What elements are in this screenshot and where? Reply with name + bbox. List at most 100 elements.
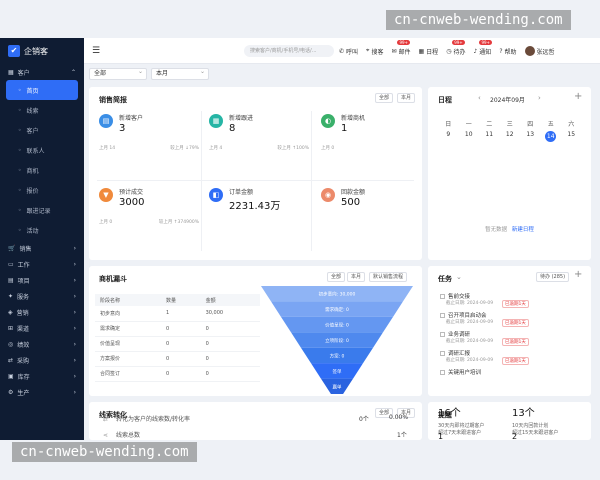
sidebar-item-5[interactable]: ◦ 报价	[0, 180, 84, 200]
topbar-item-2[interactable]: ✉ 邮件 99+	[391, 39, 411, 56]
sidebar-group-label: 服务	[17, 293, 30, 301]
kpi-0[interactable]: ▤ 新增客户 3 上月 14 较上月 ↓79%	[99, 111, 199, 159]
overdue-badge: 已逾期1天	[502, 300, 529, 308]
chevron-icon: ›	[73, 388, 76, 396]
reminder-1-value: 13个	[512, 408, 535, 419]
sidebar-item-2[interactable]: ◦ 客户	[0, 120, 84, 140]
kpi-footer: 上月 0	[321, 145, 421, 151]
sidebar-group-1[interactable]: 🛒 销售 ›	[0, 240, 84, 256]
kpi-1[interactable]: ▦ 新增跟进 8 上月 4 较上月 ↑100%	[209, 111, 309, 159]
funnel-period-pill[interactable]: 本月	[347, 272, 366, 282]
sidebar-item-3[interactable]: ◦ 联系人	[0, 140, 84, 160]
kpi-3[interactable]: ▼ 预计成交 3000 上月 0 较上月 ↑374900%	[99, 185, 199, 233]
period-select[interactable]: 本月	[151, 67, 209, 80]
kpi-compare: 较上月 ↑374900%	[158, 220, 199, 225]
sidebar-item-7[interactable]: ◦ 活动	[0, 220, 84, 240]
sidebar-group-8[interactable]: ⇄ 采购 ›	[0, 352, 84, 368]
task-checkbox[interactable]	[440, 351, 445, 356]
help-icon: ?	[499, 47, 503, 55]
topbar-item-1[interactable]: ⌖ 搜客	[366, 47, 383, 56]
kpi-2[interactable]: ◐ 新增商机 1 上月 0	[321, 111, 421, 159]
kpi-label: 订单金额	[229, 189, 254, 196]
kpi-4[interactable]: ◧ 订单金额 2231.43万	[209, 185, 309, 233]
chevron-left-icon[interactable]: ‹	[478, 94, 481, 102]
task-item[interactable]: 调研汇报 截止日期: 2024-09-09 已逾期1天	[440, 349, 529, 365]
sidebar-group-6[interactable]: ⊞ 渠道 ›	[0, 320, 84, 336]
sidebar-item-4[interactable]: ◦ 商机	[0, 160, 84, 180]
chevron-icon: ›	[73, 244, 76, 252]
sidebar-item-6[interactable]: ◦ 跟进记录	[0, 200, 84, 220]
today-marker: 14	[545, 131, 557, 142]
calendar-day[interactable]: 14	[541, 131, 562, 142]
service-icon: ✦	[8, 292, 14, 300]
table-cell: 合同签订	[95, 366, 161, 382]
calendar-day[interactable]: 15	[561, 131, 582, 142]
new-schedule-link[interactable]: 新建日程	[512, 227, 534, 233]
funnel-title: 商机漏斗	[99, 275, 127, 283]
add-schedule-icon[interactable]: +	[574, 91, 582, 102]
sidebar-group-3[interactable]: ▤ 项目 ›	[0, 272, 84, 288]
sidebar-group-2[interactable]: ▭ 工作 ›	[0, 256, 84, 272]
scope-pill[interactable]: 全部	[375, 93, 394, 103]
chevron-down-icon[interactable]: ⌄	[456, 273, 462, 281]
menu-collapse-icon[interactable]: ☰	[92, 46, 100, 56]
topbar-item-5[interactable]: ♪ 通知 99+	[473, 39, 492, 56]
task-checkbox[interactable]	[440, 370, 445, 375]
kpi-label: 新增客户	[119, 115, 144, 122]
sidebar-group-4[interactable]: ✦ 服务 ›	[0, 288, 84, 304]
calendar-day[interactable]: 12	[500, 131, 521, 142]
search-input[interactable]: 搜索客户/商机/手机号/电话/...	[244, 45, 334, 57]
chevron-right-icon[interactable]: ›	[538, 94, 541, 102]
kpi-footer: 上月 0 较上月 ↑374900%	[99, 219, 199, 225]
funnel-process-pill[interactable]: 默认销售流程	[369, 272, 408, 282]
chevron-icon: ›	[73, 356, 76, 364]
add-task-icon[interactable]: +	[574, 269, 582, 280]
kpi-compare: 较上月 ↑100%	[277, 146, 309, 151]
table-row[interactable]: 价值呈现 0 0	[95, 336, 260, 352]
sidebar-group-10[interactable]: ⚙ 生产 ›	[0, 384, 84, 400]
task-checkbox[interactable]	[440, 294, 445, 299]
task-checkbox[interactable]	[440, 313, 445, 318]
user-menu[interactable]: 张远哲	[524, 46, 555, 56]
funnel-scope-pill[interactable]: 全部	[327, 272, 346, 282]
calendar-day[interactable]: 9	[438, 131, 459, 142]
task-item[interactable]: 关键用户培训	[440, 368, 481, 376]
scope-select[interactable]: 全部	[89, 67, 147, 80]
task-item[interactable]: 业务调研 截止日期: 2024-09-09 已逾期1天	[440, 330, 529, 346]
topbar-item-3[interactable]: ▦ 日程	[419, 47, 439, 56]
calendar-day[interactable]: 10	[459, 131, 480, 142]
sidebar-group-5[interactable]: ◈ 营销 ›	[0, 304, 84, 320]
table-row[interactable]: 需求确定 0 0	[95, 321, 260, 337]
table-cell: 初步意向	[95, 306, 161, 322]
tasks-todo-pill[interactable]: 待办 (285)	[536, 272, 570, 282]
table-row[interactable]: 方案报价 0 0	[95, 351, 260, 367]
topbar-item-4[interactable]: ◷ 待办 99+	[446, 39, 465, 56]
task-checkbox[interactable]	[440, 332, 445, 337]
topbar-item-0[interactable]: ✆ 呼叫	[339, 47, 358, 56]
table-cell: 30,000	[200, 306, 260, 322]
sidebar-group-7[interactable]: ◎ 绩效 ›	[0, 336, 84, 352]
reminder-2-value: 1	[438, 432, 444, 441]
clock-icon: ◷	[446, 47, 452, 55]
brand[interactable]: ✔ 企销客	[0, 38, 84, 64]
topbar-item-6[interactable]: ? 帮助	[499, 47, 516, 56]
sidebar-group-0[interactable]: ▦ 客户 ⌃	[0, 64, 84, 80]
table-cell: 0	[161, 336, 201, 352]
table-row[interactable]: 合同签订 0 0	[95, 366, 260, 382]
sidebar-item-1[interactable]: ◦ 线索	[0, 100, 84, 120]
task-item[interactable]: 售前交接 截止日期: 2024-09-09 已逾期1天	[440, 292, 529, 308]
task-item[interactable]: 召开项目启动会 截止日期: 2024-09-09 已逾期1天	[440, 311, 529, 327]
sidebar-group-9[interactable]: ▣ 库存 ›	[0, 368, 84, 384]
reminder-3-label: 10天内回款计划	[512, 423, 549, 429]
table-row[interactable]: 初步意向 1 30,000	[95, 306, 260, 322]
calendar-day[interactable]: 13	[520, 131, 541, 142]
table-cell: 1	[161, 306, 201, 322]
period-pill[interactable]: 本月	[397, 93, 416, 103]
calendar-day[interactable]: 11	[479, 131, 500, 142]
sidebar-item-0[interactable]: ◦ 首页	[6, 80, 78, 100]
sidebar-item-icon: ◦	[18, 86, 22, 94]
cart-icon: 🛒	[8, 244, 16, 252]
topbar-item-label: 日程	[426, 48, 439, 56]
lower-content: ⇄ 转化为客户的线索数/转化率 0个 0.00% 16个 13个 30天内即将过…	[89, 402, 591, 442]
kpi-5[interactable]: ◉ 回款金额 500	[321, 185, 421, 233]
